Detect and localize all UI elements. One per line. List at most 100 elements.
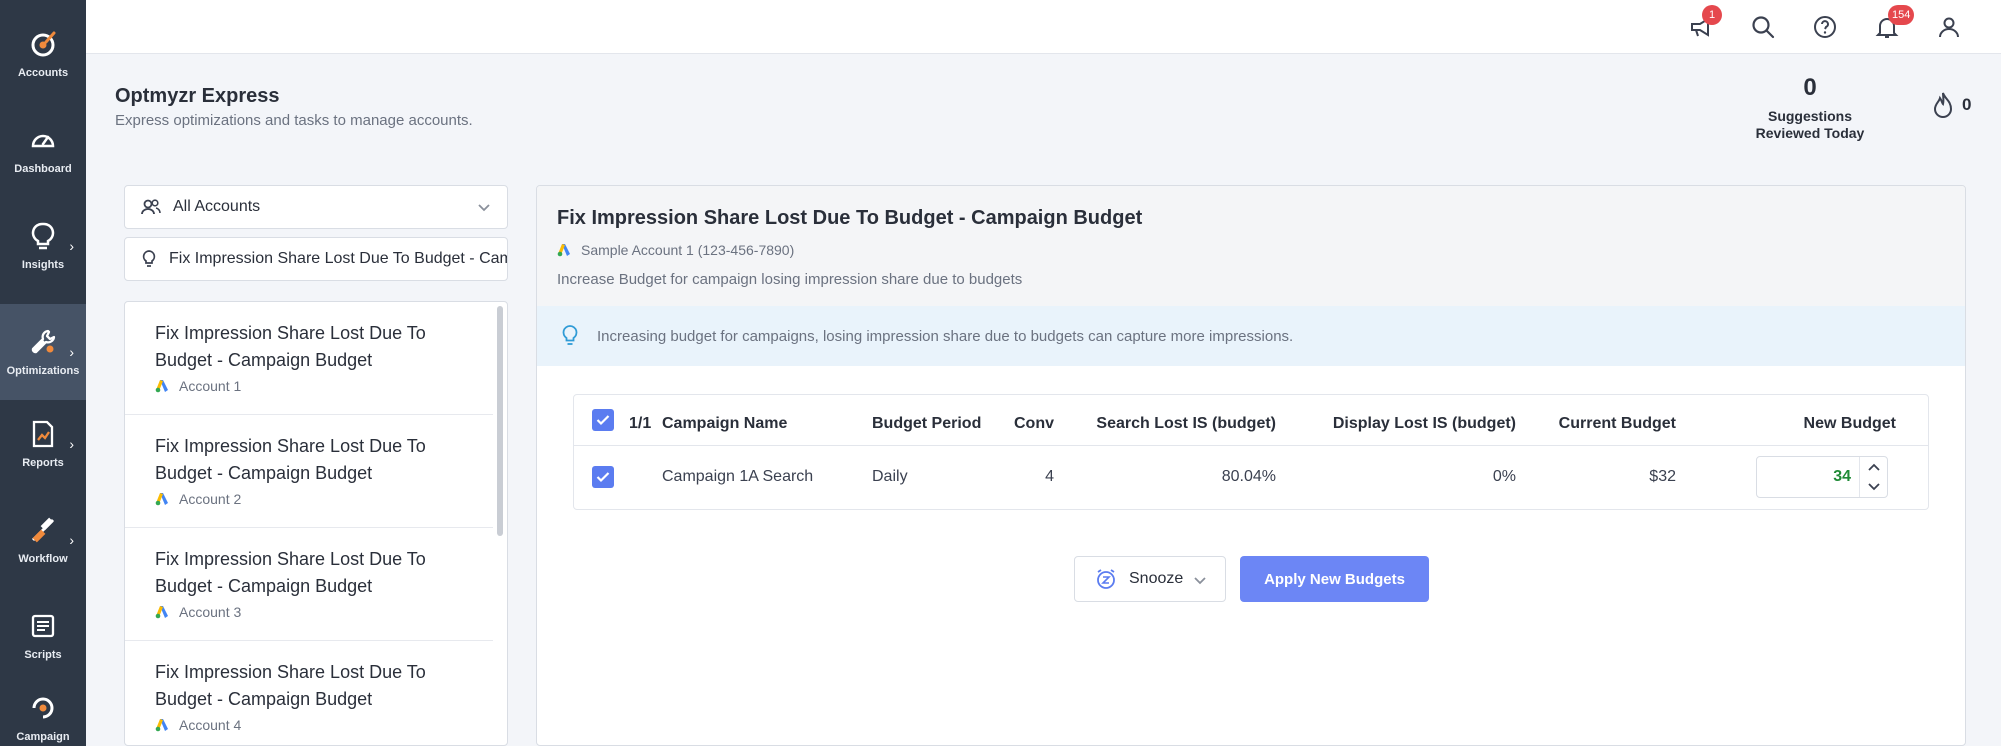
sidebar-item-label: Optimizations (6, 365, 80, 377)
chevron-right-icon: › (69, 436, 74, 452)
sidebar-item-accounts[interactable]: Accounts (0, 6, 86, 102)
list-item-title: Fix Impression Share Lost Due To Budget … (155, 320, 463, 374)
new-budget-input[interactable]: 34 (1756, 456, 1888, 498)
list-item-account: Account 4 (155, 717, 463, 733)
sidebar-item-label: Workflow (18, 553, 68, 565)
header-search-lost-is[interactable]: Search Lost IS (budget) (1054, 415, 1276, 433)
header-campaign-name[interactable]: Campaign Name (662, 415, 787, 433)
users-icon (141, 198, 161, 216)
chevron-right-icon: › (69, 532, 74, 548)
page-subtitle: Express optimizations and tasks to manag… (115, 112, 473, 129)
chevron-down-icon (477, 200, 491, 219)
row-checkbox[interactable] (592, 466, 614, 488)
search-icon (1752, 16, 1775, 39)
list-item-account: Account 3 (155, 604, 463, 620)
panel-header: Fix Impression Share Lost Due To Budget … (537, 186, 1965, 306)
sidebar-item-label: Reports (22, 457, 64, 469)
row-divider (574, 445, 1928, 446)
workflow-icon (28, 515, 58, 545)
list-item-title: Fix Impression Share Lost Due To Budget … (155, 546, 463, 600)
list-item-title-line-2: Budget - Campaign Budget (155, 689, 373, 709)
snooze-button[interactable]: Snooze (1074, 556, 1226, 602)
campaign-icon (28, 693, 58, 723)
cell-current-budget: $32 (1649, 468, 1676, 485)
google-ads-icon (155, 492, 171, 506)
new-budget-stepper[interactable] (1859, 457, 1887, 497)
search-button[interactable] (1748, 12, 1778, 42)
chevron-right-icon: › (69, 344, 74, 360)
sidebar-item-label: Insights (21, 259, 65, 271)
campaign-budget-table: 1/1 Campaign Name Budget Period Conv Sea… (573, 394, 1929, 510)
list-item[interactable]: Fix Impression Share Lost Due To Budget … (125, 641, 493, 745)
suggestions-label-line-2: Reviewed Today (1755, 125, 1865, 141)
chevron-up-icon (1867, 463, 1880, 471)
lightbulb-icon (28, 221, 58, 251)
wrench-icon (28, 327, 58, 357)
script-icon (28, 611, 58, 641)
apply-new-budgets-button[interactable]: Apply New Budgets (1240, 556, 1429, 602)
list-item-account: Account 2 (155, 491, 463, 507)
announcements-badge: 1 (1702, 5, 1722, 25)
list-item-title-line-1: Fix Impression Share Lost Due To (155, 662, 426, 682)
suggestions-count: 0 (1803, 74, 1817, 101)
cell-search-lost-is: 80.04% (1221, 468, 1276, 485)
list-item-title-line-2: Budget - Campaign Budget (155, 350, 373, 370)
google-ads-icon (155, 718, 171, 732)
selection-count: 1/1 (629, 415, 652, 432)
list-item[interactable]: Fix Impression Share Lost Due To Budget … (125, 302, 493, 415)
list-item[interactable]: Fix Impression Share Lost Due To Budget … (125, 415, 493, 528)
sidebar: Accounts Dashboard Insights › Optimizati… (0, 0, 86, 746)
optimization-detail-panel: Fix Impression Share Lost Due To Budget … (536, 185, 1966, 746)
sidebar-item-optimizations[interactable]: Optimizations › (0, 304, 86, 400)
list-item-title-line-2: Budget - Campaign Budget (155, 576, 373, 596)
list-item-account-name: Account 4 (179, 717, 242, 733)
header-display-lost-is[interactable]: Display Lost IS (budget) (1276, 415, 1516, 433)
announcements-button[interactable]: 1 (1686, 5, 1722, 42)
top-bar: 1 154 (86, 0, 2001, 54)
suggestions-label-line-1: Suggestions (1767, 108, 1852, 124)
sidebar-item-campaign[interactable]: Campaign (0, 670, 86, 746)
list-item-account-name: Account 2 (179, 491, 242, 507)
notifications-button[interactable]: 154 (1872, 5, 1915, 42)
panel-title: Fix Impression Share Lost Due To Budget … (557, 207, 1143, 229)
cell-campaign-name: Campaign 1A Search (662, 468, 814, 485)
chevron-down-icon (1867, 483, 1880, 491)
list-item-account: Account 1 (155, 378, 463, 394)
header-new-budget[interactable]: New Budget (1714, 415, 1896, 433)
lightbulb-icon (141, 249, 157, 269)
tip-banner: Increasing budget for campaigns, losing … (537, 306, 1965, 366)
list-item-title-line-1: Fix Impression Share Lost Due To (155, 549, 426, 569)
list-item[interactable]: Fix Impression Share Lost Due To Budget … (125, 528, 493, 641)
sidebar-item-workflow[interactable]: Workflow › (0, 492, 86, 588)
suggestions-label: Suggestions Reviewed Today (1740, 108, 1880, 142)
new-budget-value: 34 (1833, 468, 1851, 485)
user-icon (1939, 17, 1959, 38)
sidebar-item-label: Scripts (24, 649, 62, 661)
sidebar-item-insights[interactable]: Insights › (0, 198, 86, 294)
google-ads-icon (155, 379, 171, 393)
cell-conv: 4 (1045, 468, 1054, 485)
header-budget-period[interactable]: Budget Period (872, 415, 981, 433)
profile-button[interactable] (1934, 12, 1964, 42)
page-title: Optmyzr Express (115, 85, 280, 107)
list-item-title: Fix Impression Share Lost Due To Budget … (155, 659, 463, 713)
optimization-filter-select[interactable]: Fix Impression Share Lost Due To Budget … (124, 237, 508, 281)
sidebar-item-label: Accounts (17, 67, 69, 79)
select-all-checkbox[interactable] (592, 409, 614, 431)
flame-icon (1930, 90, 1956, 125)
header-conv[interactable]: Conv (974, 415, 1054, 433)
header-current-budget[interactable]: Current Budget (1516, 415, 1676, 433)
list-scrollbar[interactable] (497, 306, 503, 536)
gauge-icon (28, 125, 58, 155)
sidebar-item-label: Dashboard (14, 163, 72, 175)
chevron-down-icon (1193, 573, 1207, 592)
panel-account: Sample Account 1 (123-456-7890) (557, 242, 794, 258)
list-item-account-name: Account 1 (179, 378, 242, 394)
accounts-icon (28, 29, 58, 59)
sidebar-item-dashboard[interactable]: Dashboard (0, 102, 86, 198)
sidebar-item-reports[interactable]: Reports › (0, 396, 86, 492)
snooze-clock-icon (1095, 568, 1117, 590)
optimization-list: Fix Impression Share Lost Due To Budget … (124, 301, 508, 746)
accounts-select[interactable]: All Accounts (124, 185, 508, 229)
help-button[interactable] (1810, 12, 1840, 42)
